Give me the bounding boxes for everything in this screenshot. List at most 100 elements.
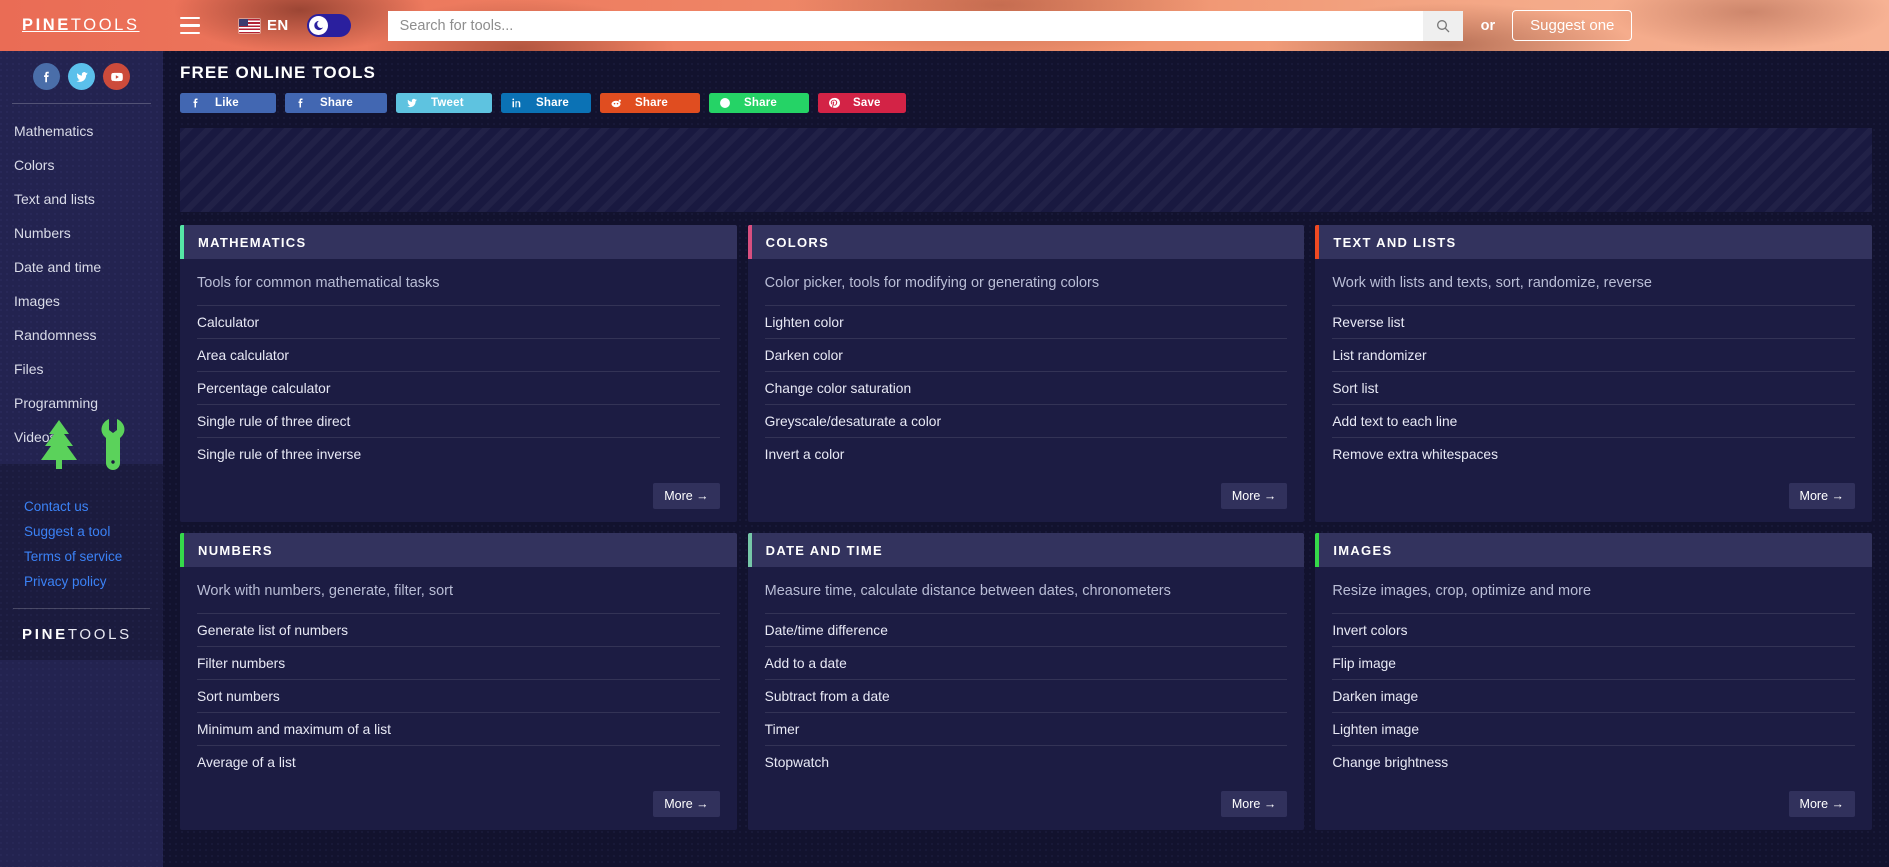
page-title: FREE ONLINE TOOLS bbox=[180, 63, 376, 82]
card-footer: More → bbox=[1315, 778, 1872, 830]
share-button-label: Share bbox=[536, 97, 569, 109]
hamburger-bar bbox=[180, 24, 200, 27]
list-item[interactable]: Darken color bbox=[764, 338, 1288, 371]
card-link-list: Lighten color Darken color Change color … bbox=[748, 305, 1305, 470]
sidebar-item-numbers[interactable]: Numbers bbox=[0, 216, 163, 250]
share-button-label: Share bbox=[744, 97, 777, 109]
youtube-icon bbox=[110, 72, 123, 81]
list-item[interactable]: Filter numbers bbox=[197, 646, 720, 679]
list-item[interactable]: Sort list bbox=[1332, 371, 1855, 404]
list-item[interactable]: Timer bbox=[764, 712, 1288, 745]
card-link-list: Reverse list List randomizer Sort list A… bbox=[1315, 305, 1872, 470]
sidebar-item-text-lists[interactable]: Text and lists bbox=[0, 182, 163, 216]
list-item[interactable]: Single rule of three direct bbox=[197, 404, 720, 437]
suggest-one-button[interactable]: Suggest one bbox=[1512, 10, 1633, 41]
footer-link-contact-us[interactable]: Contact us bbox=[24, 494, 163, 519]
sidebar-item-randomness[interactable]: Randomness bbox=[0, 318, 163, 352]
footer-link-privacy-policy[interactable]: Privacy policy bbox=[24, 569, 163, 594]
list-item[interactable]: Average of a list bbox=[197, 745, 720, 778]
list-item[interactable]: Greyscale/desaturate a color bbox=[764, 404, 1288, 437]
list-item[interactable]: Flip image bbox=[1332, 646, 1855, 679]
footer-links: Contact us Suggest a tool Terms of servi… bbox=[0, 494, 163, 594]
list-item[interactable]: Add text to each line bbox=[1332, 404, 1855, 437]
sidebar-tail bbox=[0, 660, 163, 867]
dark-mode-toggle[interactable] bbox=[306, 14, 351, 37]
list-item[interactable]: Add to a date bbox=[764, 646, 1288, 679]
more-button[interactable]: More → bbox=[1220, 483, 1288, 509]
card-link-list: Invert colors Flip image Darken image Li… bbox=[1315, 613, 1872, 778]
list-item[interactable]: Invert a color bbox=[764, 437, 1288, 470]
list-item[interactable]: Sort numbers bbox=[197, 679, 720, 712]
list-item[interactable]: Percentage calculator bbox=[197, 371, 720, 404]
list-item[interactable]: Lighten image bbox=[1332, 712, 1855, 745]
list-item[interactable]: Reverse list bbox=[1332, 305, 1855, 338]
sidebar-item-colors[interactable]: Colors bbox=[0, 148, 163, 182]
sidebar-item-files[interactable]: Files bbox=[0, 352, 163, 386]
list-item[interactable]: Change color saturation bbox=[764, 371, 1288, 404]
list-item[interactable]: Single rule of three inverse bbox=[197, 437, 720, 470]
card-description: Resize images, crop, optimize and more bbox=[1332, 583, 1592, 599]
card-title: COLORS bbox=[765, 234, 830, 250]
list-item[interactable]: Invert colors bbox=[1332, 613, 1855, 646]
more-button[interactable]: More → bbox=[1788, 791, 1855, 817]
list-item[interactable]: Remove extra whitespaces bbox=[1332, 437, 1855, 470]
footer-link-suggest-a-tool[interactable]: Suggest a tool bbox=[24, 519, 163, 544]
card-footer: More → bbox=[748, 470, 1305, 522]
hamburger-icon[interactable] bbox=[173, 11, 207, 41]
us-flag-icon bbox=[239, 18, 260, 33]
twitter-link[interactable] bbox=[68, 63, 95, 90]
pinterest-icon bbox=[827, 97, 840, 109]
category-card-text-and-lists: TEXT AND LISTS Work with lists and texts… bbox=[1315, 225, 1872, 522]
wrench-icon bbox=[101, 419, 124, 470]
list-item[interactable]: Date/time difference bbox=[764, 613, 1288, 646]
linkedin-icon bbox=[510, 97, 523, 109]
footer-link-terms-of-service[interactable]: Terms of service bbox=[24, 544, 163, 569]
more-button[interactable]: More → bbox=[1220, 791, 1288, 817]
list-item[interactable]: Minimum and maximum of a list bbox=[197, 712, 720, 745]
sidebar-footer: Contact us Suggest a tool Terms of servi… bbox=[0, 419, 163, 867]
facebook-link[interactable] bbox=[33, 63, 60, 90]
list-item[interactable]: Calculator bbox=[197, 305, 720, 338]
page-header: FREE ONLINE TOOLS Like Share Tweet Share bbox=[163, 51, 1889, 113]
twitter-icon bbox=[75, 71, 88, 82]
language-selector[interactable]: EN bbox=[239, 17, 289, 34]
share-button-twitter[interactable]: Tweet bbox=[396, 93, 492, 113]
more-button[interactable]: More → bbox=[653, 483, 720, 509]
card-description: Tools for common mathematical tasks bbox=[197, 275, 440, 291]
card-title: MATHEMATICS bbox=[198, 234, 307, 250]
share-button-pinterest[interactable]: Save bbox=[818, 93, 906, 113]
footer-logo-bold: PINE bbox=[22, 626, 68, 643]
share-button-whatsapp[interactable]: Share bbox=[709, 93, 809, 113]
list-item[interactable]: Stopwatch bbox=[764, 745, 1288, 778]
youtube-link[interactable] bbox=[103, 63, 130, 90]
twitter-icon bbox=[405, 97, 418, 109]
search-input[interactable] bbox=[387, 10, 1423, 41]
share-button-label: Share bbox=[635, 97, 668, 109]
footer-logo: PINETOOLS bbox=[0, 609, 163, 660]
site-logo[interactable]: PINETOOLS bbox=[0, 16, 163, 35]
card-header: DATE AND TIME bbox=[747, 533, 1305, 567]
footer-logo-light: TOOLS bbox=[67, 626, 132, 643]
share-button-facebook-share[interactable]: Share bbox=[285, 93, 387, 113]
share-button-facebook-like[interactable]: Like bbox=[180, 93, 276, 113]
sidebar-item-mathematics[interactable]: Mathematics bbox=[0, 114, 163, 148]
list-item[interactable]: Generate list of numbers bbox=[197, 613, 720, 646]
facebook-icon bbox=[43, 71, 49, 82]
list-item[interactable]: Change brightness bbox=[1332, 745, 1855, 778]
more-button[interactable]: More → bbox=[1788, 483, 1855, 509]
list-item[interactable]: Darken image bbox=[1332, 679, 1855, 712]
sidebar-item-images[interactable]: Images bbox=[0, 284, 163, 318]
list-item[interactable]: List randomizer bbox=[1332, 338, 1855, 371]
share-button-label: Save bbox=[853, 97, 881, 109]
card-footer: More → bbox=[1315, 470, 1872, 522]
share-button-reddit[interactable]: Share bbox=[600, 93, 700, 113]
magnifier-icon bbox=[1436, 19, 1450, 32]
list-item[interactable]: Lighten color bbox=[764, 305, 1288, 338]
sidebar-item-date-time[interactable]: Date and time bbox=[0, 250, 163, 284]
share-button-linkedin[interactable]: Share bbox=[501, 93, 591, 113]
more-button[interactable]: More → bbox=[653, 791, 720, 817]
list-item[interactable]: Area calculator bbox=[197, 338, 720, 371]
list-item[interactable]: Subtract from a date bbox=[764, 679, 1288, 712]
sidebar-item-programming[interactable]: Programming bbox=[0, 386, 163, 420]
search-button[interactable] bbox=[1422, 10, 1463, 41]
